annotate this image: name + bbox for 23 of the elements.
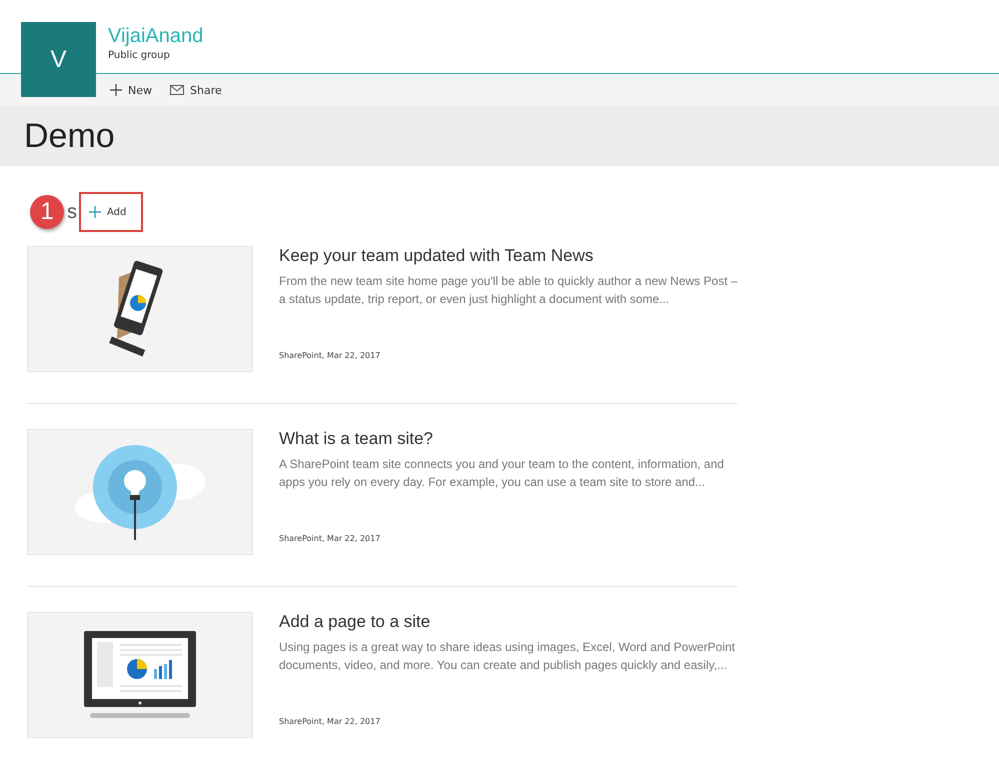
news-meta: SharePoint, Mar 22, 2017 [279, 351, 382, 360]
section-heading: s [67, 200, 77, 224]
news-description: A SharePoint team site connects you and your team to the content, information, and apps you rely on every day. For example, you can use a team site to store and... [279, 456, 725, 491]
share-button[interactable]: Share [168, 82, 224, 98]
step-badge: 1 [30, 195, 64, 229]
page-title: Demo [24, 116, 115, 156]
thumbnail[interactable] [27, 246, 253, 372]
plus-icon [89, 206, 101, 218]
new-button[interactable]: New [108, 82, 154, 98]
mail-icon [170, 85, 184, 95]
thumbnail[interactable] [27, 612, 253, 738]
news-title[interactable]: Keep your team updated with Team News [279, 244, 738, 268]
news-title[interactable]: What is a team site? [279, 427, 738, 451]
news-meta: SharePoint, Mar 22, 2017 [279, 717, 382, 726]
add-button[interactable]: Add [79, 192, 143, 232]
thumbnail[interactable] [27, 429, 253, 555]
news-title[interactable]: Add a page to a site [279, 610, 738, 634]
news-description: Using pages is a great way to share ideas using images, Excel, Word and PowerPoint documents, video, and more. You can create and publish pages quickly and easily,... [279, 639, 736, 674]
plus-icon [110, 84, 122, 96]
news-description: From the new team site home page you'll be able to quickly author a new News Post – a status update, trip report, or even just highlight a document with some... [279, 273, 738, 308]
news-meta: SharePoint, Mar 22, 2017 [279, 534, 382, 543]
site-subtitle: Public group [108, 50, 171, 61]
site-logo[interactable]: V [21, 22, 96, 97]
